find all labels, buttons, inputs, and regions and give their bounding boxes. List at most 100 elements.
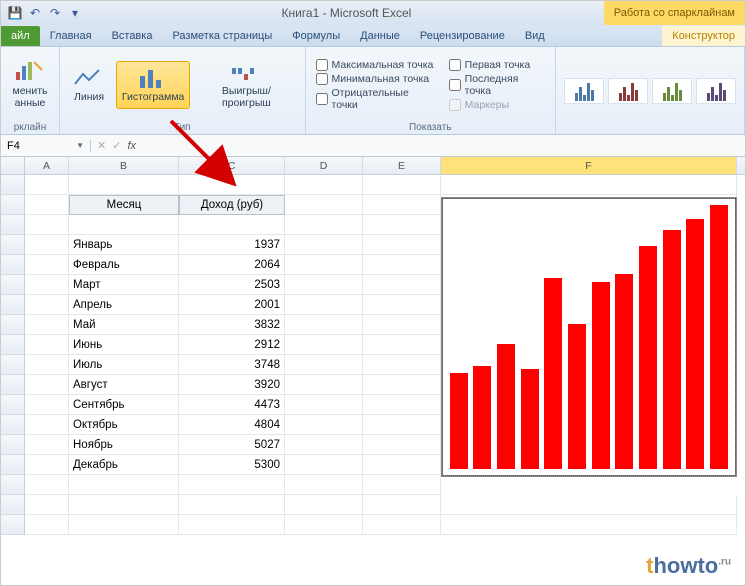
cell[interactable]: 1937 <box>179 235 285 255</box>
cell[interactable] <box>25 395 69 415</box>
cell[interactable] <box>285 195 363 215</box>
cell[interactable] <box>285 495 363 515</box>
tab-review[interactable]: Рецензирование <box>410 26 515 46</box>
cell[interactable] <box>25 275 69 295</box>
cell[interactable] <box>363 335 441 355</box>
cell[interactable] <box>285 355 363 375</box>
cell[interactable] <box>25 195 69 215</box>
cell[interactable]: Май <box>69 315 179 335</box>
row-header[interactable] <box>1 455 25 475</box>
row-header[interactable] <box>1 195 25 215</box>
fx-confirm-icon[interactable]: ✓ <box>112 139 121 152</box>
cell[interactable] <box>25 375 69 395</box>
cell[interactable] <box>179 175 285 195</box>
row-header[interactable] <box>1 435 25 455</box>
chk-markers[interactable]: Маркеры <box>449 99 545 111</box>
cell[interactable] <box>363 175 441 195</box>
redo-icon[interactable]: ↷ <box>47 5 63 21</box>
chk-min-point[interactable]: Минимальная точка <box>316 73 435 85</box>
row-header[interactable] <box>1 275 25 295</box>
cell[interactable] <box>285 515 363 535</box>
cell[interactable] <box>25 235 69 255</box>
cell[interactable] <box>363 255 441 275</box>
cell[interactable] <box>179 515 285 535</box>
cell[interactable]: 2912 <box>179 335 285 355</box>
col-header-E[interactable]: E <box>363 157 441 174</box>
cell[interactable] <box>69 475 179 495</box>
fx-cancel-icon[interactable]: ✕ <box>97 139 106 152</box>
row-header[interactable] <box>1 375 25 395</box>
cell[interactable] <box>69 495 179 515</box>
sparkline-chart[interactable] <box>441 197 737 477</box>
cell[interactable] <box>285 315 363 335</box>
cell[interactable] <box>441 175 737 195</box>
cell[interactable] <box>285 215 363 235</box>
cell[interactable] <box>25 495 69 515</box>
formula-input[interactable] <box>142 140 745 152</box>
name-box-dropdown-icon[interactable]: ▼ <box>76 141 84 150</box>
cell[interactable]: Февраль <box>69 255 179 275</box>
cell[interactable]: Апрель <box>69 295 179 315</box>
cell[interactable] <box>25 475 69 495</box>
undo-icon[interactable]: ↶ <box>27 5 43 21</box>
cell[interactable] <box>363 295 441 315</box>
cell[interactable] <box>285 295 363 315</box>
cell[interactable] <box>285 475 363 495</box>
cell[interactable] <box>25 415 69 435</box>
cell[interactable] <box>363 315 441 335</box>
cell[interactable] <box>285 275 363 295</box>
cell[interactable] <box>25 355 69 375</box>
cell[interactable] <box>179 475 285 495</box>
cell[interactable] <box>25 515 69 535</box>
cell[interactable] <box>285 255 363 275</box>
cell[interactable] <box>363 515 441 535</box>
tab-design[interactable]: Конструктор <box>662 26 745 46</box>
cell[interactable]: Октябрь <box>69 415 179 435</box>
line-button[interactable]: Линия <box>64 61 114 109</box>
tab-page-layout[interactable]: Разметка страницы <box>162 26 282 46</box>
tab-data[interactable]: Данные <box>350 26 410 46</box>
tab-formulas[interactable]: Формулы <box>282 26 350 46</box>
cell[interactable]: 4804 <box>179 415 285 435</box>
cell[interactable] <box>179 495 285 515</box>
col-header-A[interactable]: A <box>25 157 69 174</box>
cell[interactable] <box>25 315 69 335</box>
cell[interactable]: Доход (руб) <box>179 195 285 215</box>
cell[interactable]: 2001 <box>179 295 285 315</box>
cell[interactable] <box>363 195 441 215</box>
chk-last-point[interactable]: Последняя точка <box>449 73 545 97</box>
cell[interactable] <box>285 415 363 435</box>
cell[interactable] <box>285 175 363 195</box>
row-header[interactable] <box>1 515 25 535</box>
cell[interactable] <box>363 415 441 435</box>
cell[interactable] <box>363 495 441 515</box>
cell[interactable] <box>285 375 363 395</box>
cell[interactable]: 3920 <box>179 375 285 395</box>
tab-insert[interactable]: Вставка <box>102 26 163 46</box>
cell[interactable] <box>25 435 69 455</box>
cell[interactable] <box>285 435 363 455</box>
tab-view[interactable]: Вид <box>515 26 555 46</box>
cell[interactable]: 5027 <box>179 435 285 455</box>
cell[interactable]: Месяц <box>69 195 179 215</box>
col-header-C[interactable]: C <box>179 157 285 174</box>
tab-home[interactable]: Главная <box>40 26 102 46</box>
select-all-corner[interactable] <box>1 157 25 174</box>
cell[interactable] <box>25 455 69 475</box>
cell[interactable] <box>363 275 441 295</box>
cell[interactable] <box>25 295 69 315</box>
row-header[interactable] <box>1 495 25 515</box>
row-header[interactable] <box>1 415 25 435</box>
cell[interactable]: Сентябрь <box>69 395 179 415</box>
cell[interactable]: Август <box>69 375 179 395</box>
cell[interactable]: Июнь <box>69 335 179 355</box>
edit-data-button[interactable]: менить анные <box>5 55 55 114</box>
cell[interactable] <box>69 215 179 235</box>
row-header[interactable] <box>1 395 25 415</box>
cell[interactable] <box>441 515 737 535</box>
cell[interactable]: Март <box>69 275 179 295</box>
cell[interactable]: 3832 <box>179 315 285 335</box>
worksheet-grid[interactable]: A B C D E F МесяцДоход (руб)Январь1937Фе… <box>1 157 745 535</box>
column-button[interactable]: Гистограмма <box>116 61 190 109</box>
winloss-button[interactable]: Выигрыш/проигрыш <box>192 55 300 114</box>
